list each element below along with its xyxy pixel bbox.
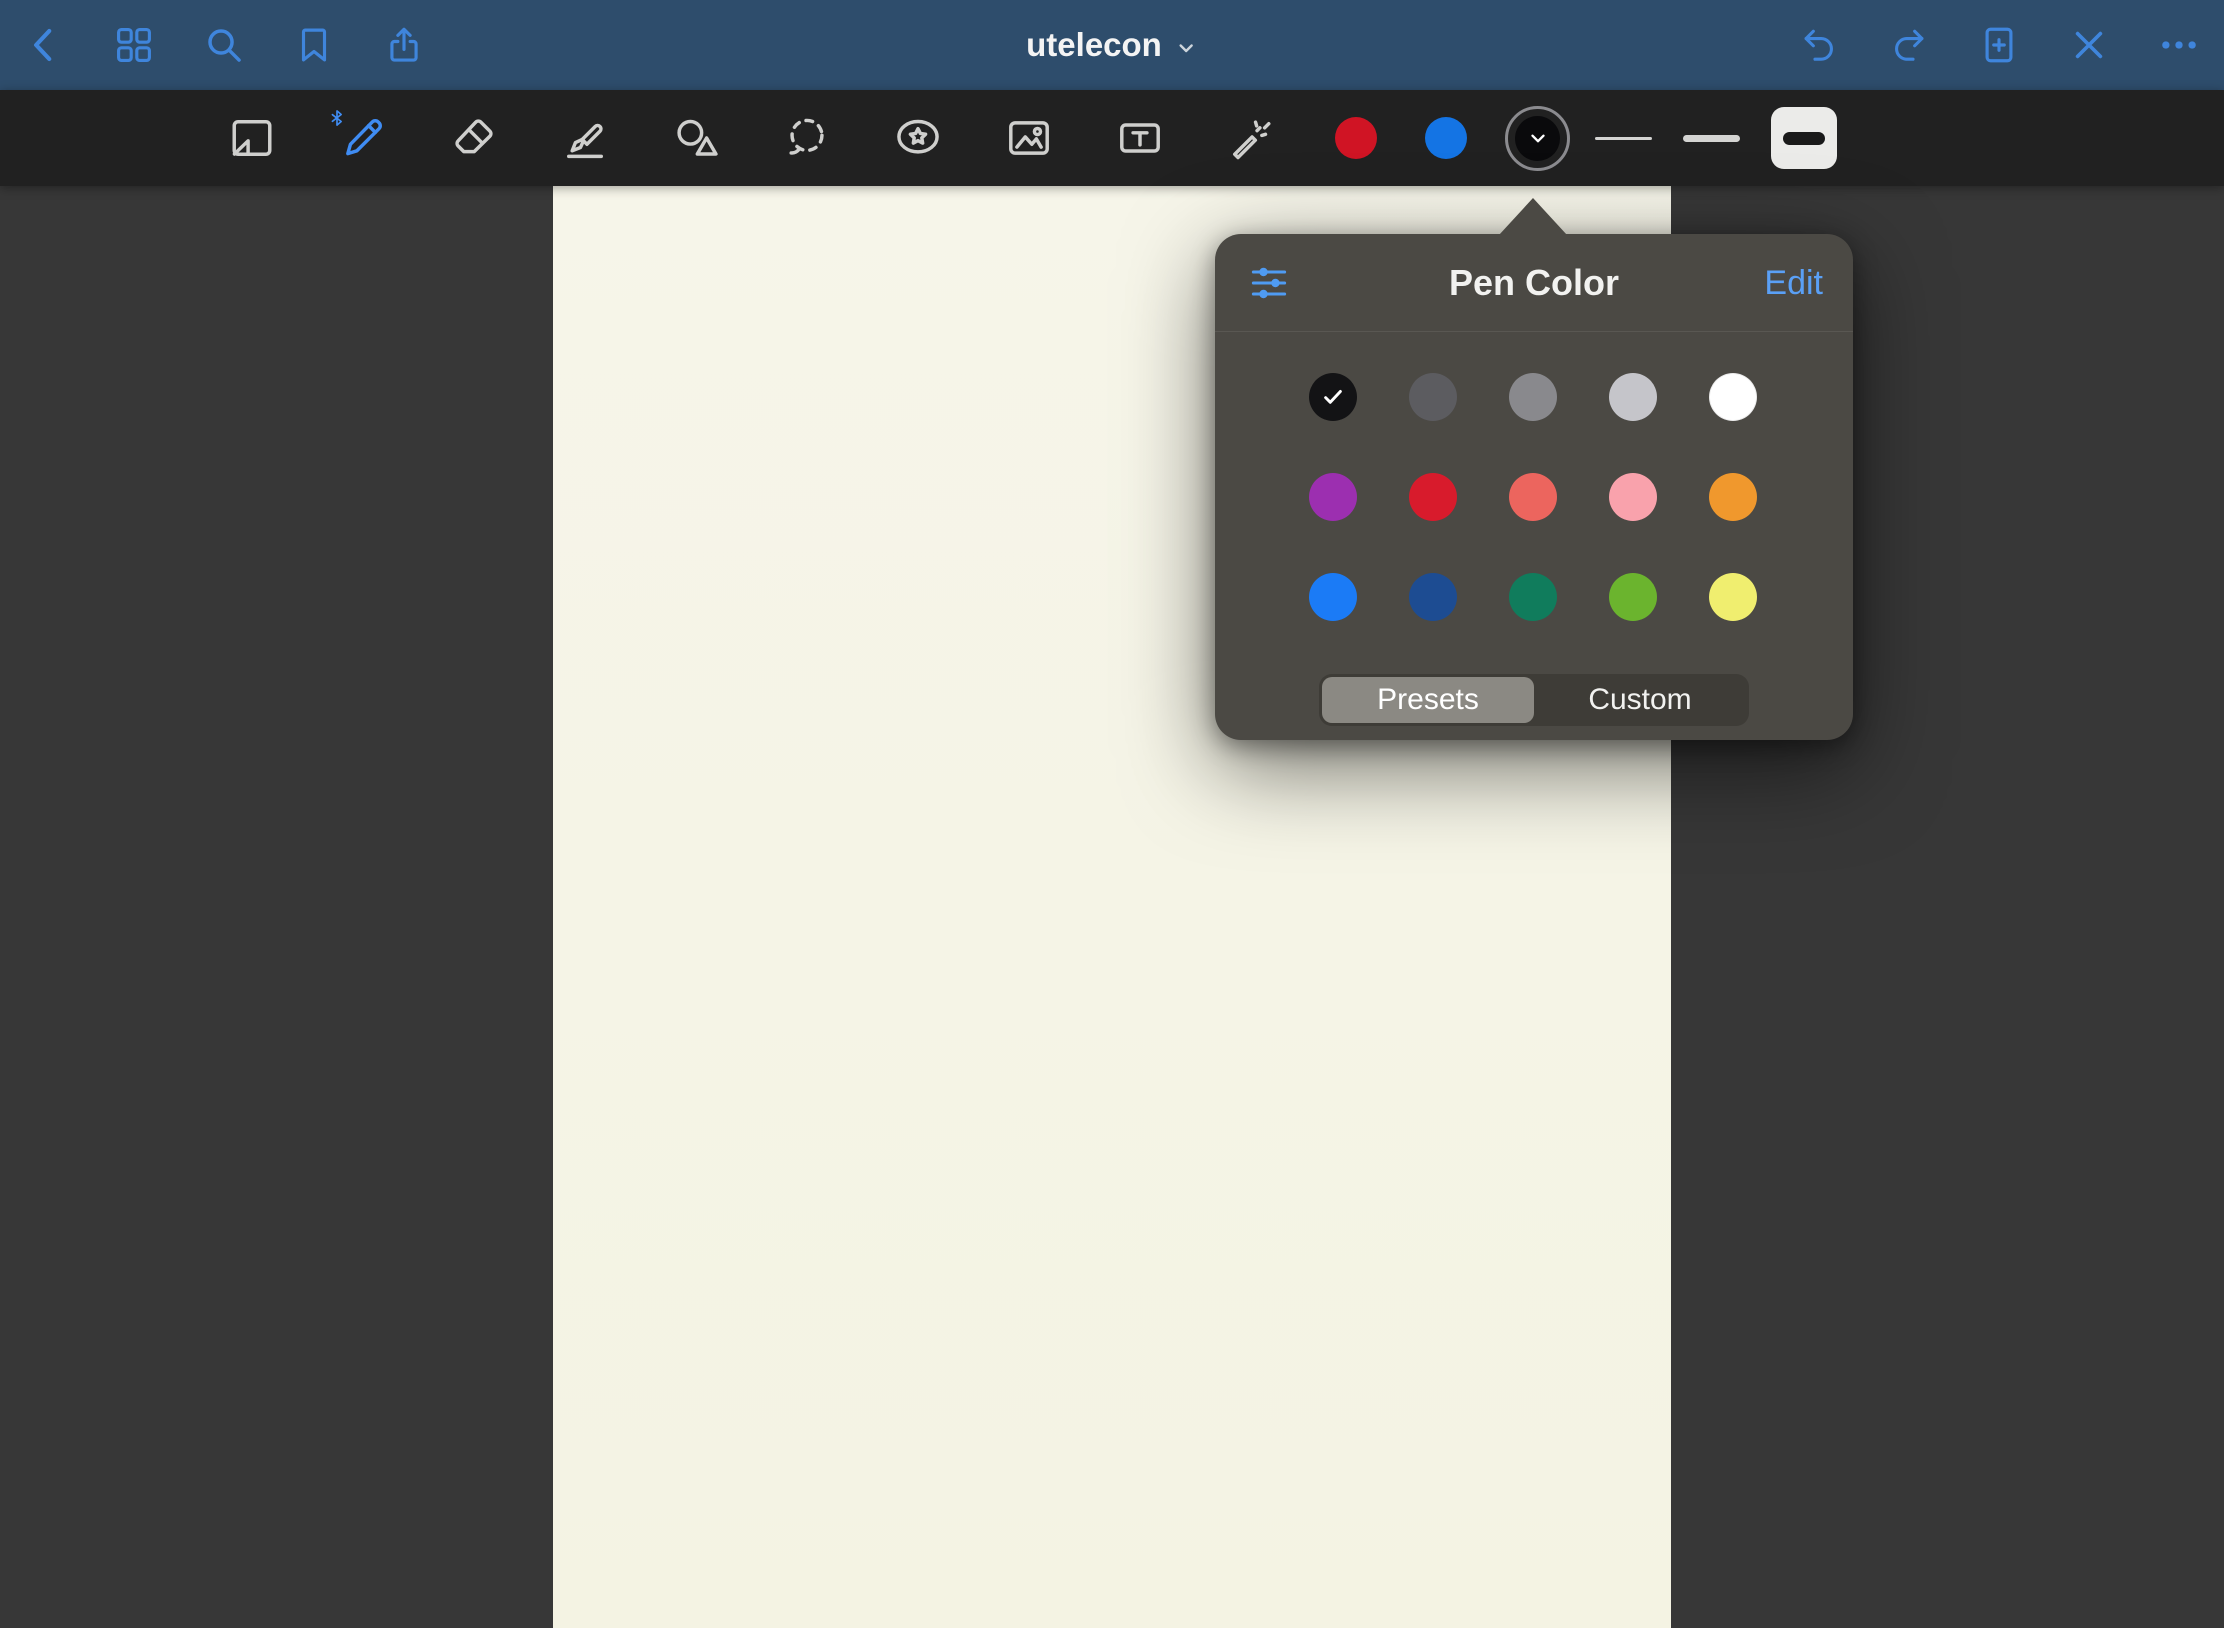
top-navigation-bar: utelecon: [0, 0, 2224, 90]
thickness-thin-button[interactable]: [1595, 107, 1652, 169]
page-panel-tool-button[interactable]: [220, 106, 284, 170]
color-swatch[interactable]: [1509, 473, 1557, 521]
color-swatch[interactable]: [1309, 473, 1357, 521]
tools-toolbar: [0, 90, 2224, 186]
pointer-tool-button[interactable]: [1219, 106, 1283, 170]
share-button[interactable]: [383, 24, 425, 66]
bluetooth-icon: [327, 108, 347, 128]
thumbnails-grid-icon: [113, 24, 155, 66]
text-tool-button[interactable]: [1108, 106, 1172, 170]
search-button[interactable]: [203, 24, 245, 66]
back-button[interactable]: [23, 24, 65, 66]
eraser-icon: [448, 112, 500, 164]
selected-pen-color: [1515, 116, 1560, 161]
thickness-line: [1595, 137, 1652, 140]
segment-presets-button[interactable]: Presets: [1322, 677, 1534, 723]
add-page-icon: [1978, 24, 2020, 66]
presets-custom-segmented-control: PresetsCustom: [1319, 674, 1749, 726]
color-swatch[interactable]: [1509, 573, 1557, 621]
pen-color-red-button[interactable]: [1335, 117, 1377, 159]
popover-title: Pen Color: [1449, 262, 1619, 304]
pen-color-black-button[interactable]: [1505, 106, 1570, 171]
thumbnails-button[interactable]: [113, 24, 155, 66]
tool-group: [220, 90, 1283, 186]
image-tool-button[interactable]: [997, 106, 1061, 170]
color-swatch[interactable]: [1709, 573, 1757, 621]
eraser-tool-button[interactable]: [442, 106, 506, 170]
more-ellipsis-icon: [2158, 24, 2200, 66]
quick-color-group: [1335, 90, 1570, 186]
text-icon: [1114, 112, 1166, 164]
undo-button[interactable]: [1798, 24, 1840, 66]
sliders-icon: [1247, 293, 1291, 308]
pen-color-blue-button[interactable]: [1425, 117, 1467, 159]
pen-settings-button[interactable]: [1247, 261, 1291, 305]
edit-button[interactable]: Edit: [1764, 234, 1823, 332]
redo-icon: [1888, 24, 1930, 66]
close-x-icon: [2068, 24, 2110, 66]
image-icon: [1003, 112, 1055, 164]
thickness-group: [1595, 90, 1837, 186]
highlighter-tool-button[interactable]: [553, 106, 617, 170]
popover-arrow: [1499, 198, 1567, 235]
color-swatch[interactable]: [1709, 473, 1757, 521]
color-swatch[interactable]: [1609, 573, 1657, 621]
pen-tool-button[interactable]: [331, 106, 395, 170]
pen-color-popover: Pen Color Edit PresetsCustom: [1215, 234, 1853, 740]
color-swatch[interactable]: [1309, 373, 1357, 421]
document-title[interactable]: utelecon: [1026, 26, 1198, 64]
color-swatch[interactable]: [1409, 473, 1457, 521]
check-icon: [1320, 384, 1346, 410]
share-icon: [383, 24, 425, 66]
color-swatch[interactable]: [1409, 373, 1457, 421]
add-page-button[interactable]: [1978, 24, 2020, 66]
thickness-line: [1783, 132, 1825, 145]
bookmark-icon: [293, 24, 335, 66]
redo-button[interactable]: [1888, 24, 1930, 66]
back-chevron-icon: [23, 24, 65, 66]
color-swatch[interactable]: [1609, 373, 1657, 421]
segment-custom-button[interactable]: Custom: [1534, 677, 1746, 723]
color-swatch[interactable]: [1609, 473, 1657, 521]
laser-pointer-icon: [1225, 112, 1277, 164]
search-icon: [203, 24, 245, 66]
lasso-icon: [781, 112, 833, 164]
elements-tool-button[interactable]: [886, 106, 950, 170]
topbar-left-group: [23, 0, 425, 90]
thickness-thick-button[interactable]: [1771, 107, 1837, 169]
color-swatch[interactable]: [1409, 573, 1457, 621]
shapes-icon: [670, 112, 722, 164]
color-swatch-grid: [1309, 373, 1757, 621]
chevron-down-icon: [1527, 127, 1549, 149]
shapes-tool-button[interactable]: [664, 106, 728, 170]
highlighter-icon: [559, 112, 611, 164]
elements-star-icon: [892, 112, 944, 164]
color-swatch[interactable]: [1709, 373, 1757, 421]
thickness-line: [1683, 135, 1740, 142]
color-swatch[interactable]: [1309, 573, 1357, 621]
document-title-label: utelecon: [1026, 26, 1162, 64]
topbar-right-group: [1798, 0, 2200, 90]
canvas-area: [0, 186, 2224, 1628]
color-swatch[interactable]: [1509, 373, 1557, 421]
bookmark-button[interactable]: [293, 24, 335, 66]
page-panel-icon: [226, 112, 278, 164]
chevron-down-icon: [1174, 36, 1198, 60]
thickness-medium-button[interactable]: [1683, 107, 1740, 169]
more-menu-button[interactable]: [2158, 24, 2200, 66]
lasso-tool-button[interactable]: [775, 106, 839, 170]
app-screen: utelecon: [0, 0, 2224, 1628]
popover-header: Pen Color Edit: [1215, 234, 1853, 332]
end-editing-button[interactable]: [2068, 24, 2110, 66]
undo-icon: [1798, 24, 1840, 66]
